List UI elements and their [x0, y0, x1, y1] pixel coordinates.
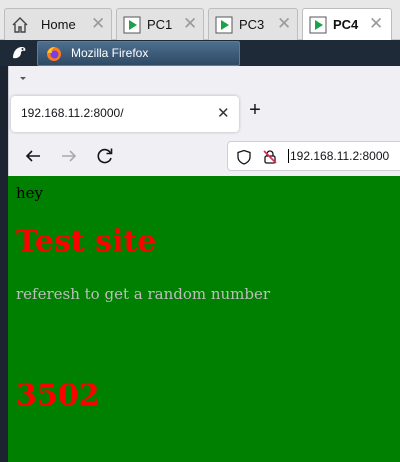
close-icon[interactable]: ✕	[369, 14, 383, 34]
vm-tab-label: PC3	[239, 17, 265, 32]
page-heading: Test site	[16, 224, 157, 259]
page-subtitle: referesh to get a random number	[16, 285, 271, 303]
vm-tab-home[interactable]: Home ✕	[4, 8, 112, 40]
vm-tab-pc1[interactable]: PC1 ✕	[116, 8, 204, 40]
close-icon[interactable]: ✕	[183, 14, 197, 34]
reload-icon[interactable]	[93, 144, 117, 168]
url-text: 192.168.11.2:8000	[288, 149, 390, 163]
vm-tab-bar: Home ✕ PC1 ✕ PC3 ✕ PC4 ✕	[0, 0, 400, 40]
navigation-toolbar: 192.168.11.2:8000	[9, 136, 400, 176]
back-arrow-icon[interactable]	[21, 144, 45, 168]
new-tab-button[interactable]: +	[245, 99, 265, 123]
firefox-chrome: 192.168.11.2:8000/ ✕ + 192.168.11.2:8000	[8, 66, 400, 176]
vm-tab-pc4[interactable]: PC4 ✕	[302, 8, 392, 40]
close-icon[interactable]: ✕	[91, 14, 105, 34]
desktop-menu-icon[interactable]	[10, 44, 28, 62]
vm-tab-label: PC1	[147, 17, 173, 32]
random-number: 3502	[16, 378, 100, 413]
home-icon	[12, 17, 28, 33]
browser-tab[interactable]: 192.168.11.2:8000/ ✕	[11, 96, 239, 132]
vm-play-icon	[123, 16, 141, 34]
vm-tab-pc3[interactable]: PC3 ✕	[208, 8, 298, 40]
web-page-content: hey Test site referesh to get a random n…	[8, 176, 400, 462]
shield-icon[interactable]	[236, 149, 252, 165]
firefox-icon	[47, 47, 61, 61]
close-icon[interactable]: ✕	[277, 14, 291, 34]
forward-arrow-icon[interactable]	[57, 144, 81, 168]
close-icon[interactable]: ✕	[217, 104, 230, 122]
tab-title: 192.168.11.2:8000/	[21, 106, 124, 120]
vm-play-icon	[215, 16, 233, 34]
desktop-taskbar: Mozilla Firefox	[0, 40, 400, 66]
vm-play-icon	[309, 16, 327, 34]
insecure-lock-icon[interactable]	[262, 149, 278, 165]
chevron-down-icon[interactable]	[17, 74, 29, 84]
vm-tab-label: PC4	[333, 17, 359, 32]
address-bar[interactable]: 192.168.11.2:8000	[227, 141, 400, 171]
vm-tab-label: Home	[41, 17, 76, 32]
firefox-taskbar-button[interactable]: Mozilla Firefox	[37, 41, 240, 66]
window-title: Mozilla Firefox	[71, 46, 149, 60]
greeting-text: hey	[16, 184, 44, 202]
